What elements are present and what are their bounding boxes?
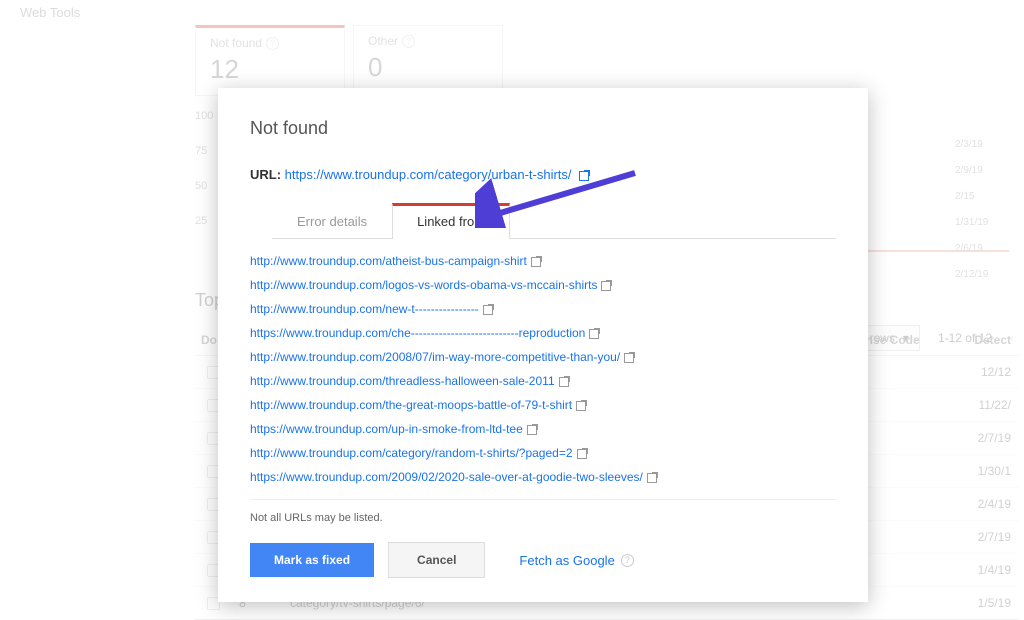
help-icon[interactable]: ? <box>621 554 634 567</box>
linked-from-item: https://www.troundup.com/up-in-smoke-fro… <box>250 417 836 441</box>
linked-from-url[interactable]: http://www.troundup.com/atheist-bus-camp… <box>250 254 527 268</box>
linked-from-url[interactable]: http://www.troundup.com/threadless-hallo… <box>250 374 555 388</box>
linked-from-url[interactable]: https://www.troundup.com/che------------… <box>250 326 585 340</box>
linked-from-url[interactable]: http://www.troundup.com/the-great-moops-… <box>250 398 572 412</box>
modal-title: Not found <box>250 118 836 139</box>
linked-from-item: https://www.troundup.com/che------------… <box>250 321 836 345</box>
cancel-button[interactable]: Cancel <box>388 542 485 578</box>
external-link-icon[interactable] <box>577 448 588 459</box>
linked-from-url[interactable]: http://www.troundup.com/category/random-… <box>250 446 573 460</box>
linked-from-item: http://www.troundup.com/threadless-hallo… <box>250 369 836 393</box>
linked-from-item: http://www.troundup.com/logos-vs-words-o… <box>250 273 836 297</box>
linked-from-url[interactable]: http://www.troundup.com/new-t-----------… <box>250 302 479 316</box>
mark-as-fixed-button[interactable]: Mark as fixed <box>250 543 374 577</box>
linked-from-url[interactable]: http://www.troundup.com/2008/07/im-way-m… <box>250 350 620 364</box>
external-link-icon[interactable] <box>624 352 635 363</box>
linked-from-url[interactable]: https://www.troundup.com/up-in-smoke-fro… <box>250 422 523 436</box>
linked-from-url[interactable]: http://www.troundup.com/logos-vs-words-o… <box>250 278 597 292</box>
linked-from-item: http://www.troundup.com/new-t-----------… <box>250 297 836 321</box>
linked-from-item: http://www.troundup.com/atheist-bus-camp… <box>250 249 836 273</box>
linked-from-item: http://www.troundup.com/2008/07/im-way-m… <box>250 345 836 369</box>
modal-not-found: Not found URL: https://www.troundup.com/… <box>218 88 868 602</box>
external-link-icon[interactable] <box>589 328 600 339</box>
external-link-icon[interactable] <box>647 472 658 483</box>
linked-from-item: http://www.troundup.com/category/random-… <box>250 441 836 465</box>
note: Not all URLs may be listed. <box>250 512 836 524</box>
external-link-icon[interactable] <box>527 424 538 435</box>
external-link-icon[interactable] <box>601 280 612 291</box>
external-link-icon[interactable] <box>576 400 587 411</box>
linked-from-item: http://www.troundup.com/the-great-moops-… <box>250 393 836 417</box>
linked-from-item: https://www.troundup.com/2009/02/2020-sa… <box>250 465 836 489</box>
external-link-icon[interactable] <box>483 304 494 315</box>
annotation-arrow <box>475 168 645 228</box>
fetch-as-google-link[interactable]: Fetch as Google ? <box>519 553 633 568</box>
url-label: URL: <box>250 167 281 182</box>
tab-error-details[interactable]: Error details <box>272 203 392 239</box>
linked-from-url[interactable]: https://www.troundup.com/2009/02/2020-sa… <box>250 470 643 484</box>
linked-from-list: http://www.troundup.com/atheist-bus-camp… <box>250 239 836 489</box>
external-link-icon[interactable] <box>531 256 542 267</box>
external-link-icon[interactable] <box>559 376 570 387</box>
